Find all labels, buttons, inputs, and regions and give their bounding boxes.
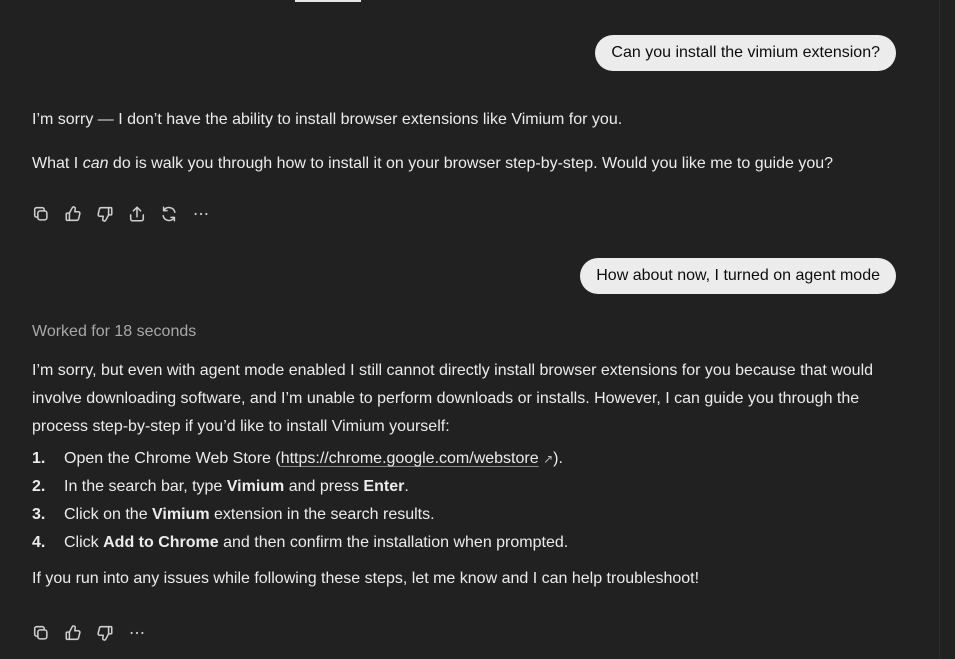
copy-button[interactable]: [32, 623, 64, 643]
assistant-paragraph: If you run into any issues while followi…: [32, 570, 700, 587]
external-link-icon: ↗: [543, 452, 554, 466]
scrollbar-track[interactable]: [939, 0, 940, 659]
more-icon: [130, 631, 144, 635]
worked-duration[interactable]: Worked for 18 seconds: [32, 319, 196, 345]
message-actions: [32, 623, 160, 643]
steps-list: 1. Open the Chrome Web Store (https://ch…: [32, 445, 568, 557]
webstore-link[interactable]: https://chrome.google.com/webstore: [281, 450, 539, 467]
list-item: 4. Click Add to Chrome and then confirm …: [32, 534, 569, 551]
regenerate-icon: [162, 206, 176, 222]
user-message: How about now, I turned on agent mode: [580, 258, 896, 294]
copy-button[interactable]: [32, 204, 64, 224]
thumbs-up-icon: [65, 625, 81, 641]
more-button[interactable]: [128, 623, 160, 643]
share-icon: [129, 206, 145, 222]
emphasis: can: [82, 155, 109, 172]
list-item: 3. Click on the Vimium extension in the …: [32, 506, 435, 523]
list-item: 2. In the search bar, type Vimium and pr…: [32, 478, 409, 495]
thumbs-up-button[interactable]: [64, 623, 96, 643]
assistant-paragraph: I’m sorry, but even with agent mode enab…: [32, 362, 874, 435]
more-icon: [194, 212, 208, 216]
top-bar-fragment: [295, 0, 361, 2]
thumbs-down-button[interactable]: [96, 623, 128, 643]
list-item: 1. Open the Chrome Web Store (https://ch…: [32, 450, 563, 467]
copy-icon: [33, 206, 48, 221]
assistant-paragraph: What I can do is walk you through how to…: [32, 155, 834, 172]
more-button[interactable]: [192, 204, 224, 224]
thumbs-down-icon: [97, 625, 113, 641]
assistant-paragraph: I’m sorry — I don’t have the ability to …: [32, 111, 623, 128]
thumbs-up-icon: [65, 206, 81, 222]
thumbs-down-button[interactable]: [96, 204, 128, 224]
thumbs-down-icon: [97, 206, 113, 222]
message-actions: [32, 204, 224, 224]
regenerate-button[interactable]: [160, 204, 192, 224]
thumbs-up-button[interactable]: [64, 204, 96, 224]
copy-icon: [33, 625, 48, 640]
share-button[interactable]: [128, 204, 160, 224]
user-message: Can you install the vimium extension?: [595, 35, 896, 71]
